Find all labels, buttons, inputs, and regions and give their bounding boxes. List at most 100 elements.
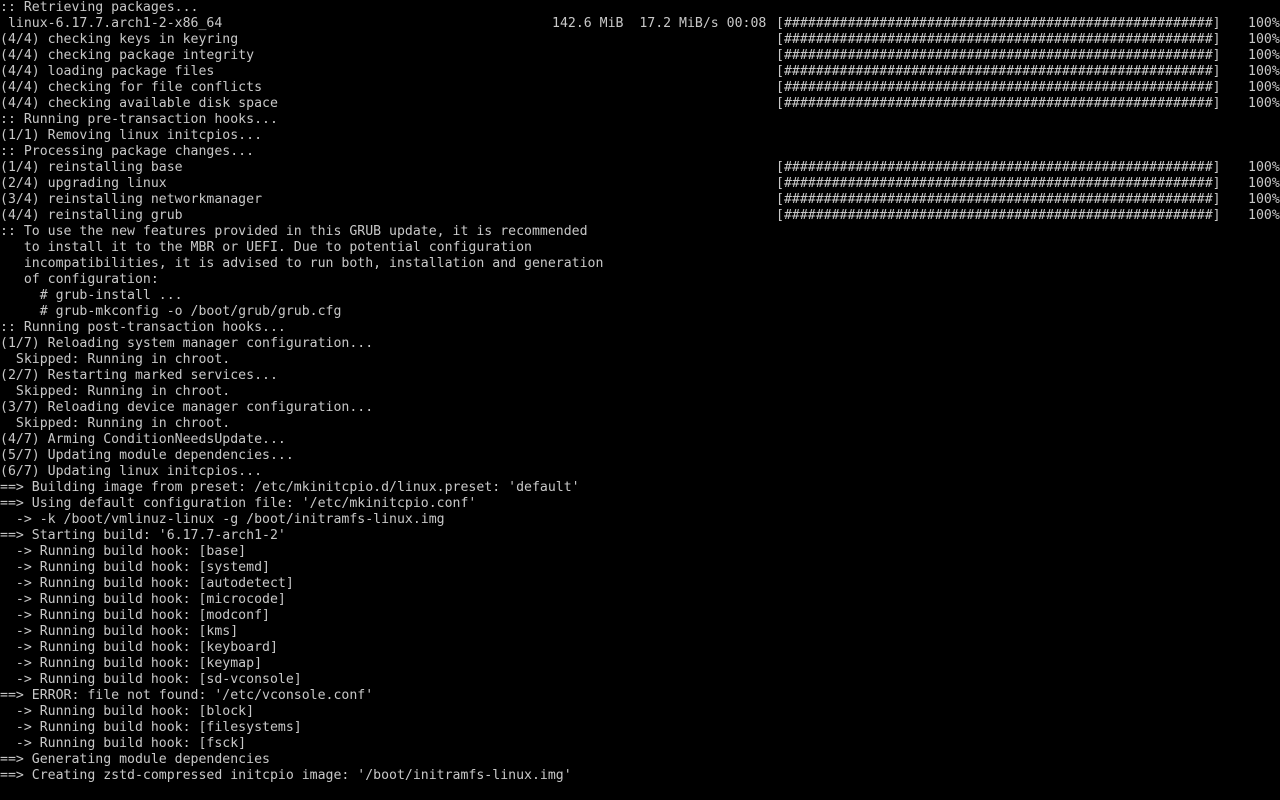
console-line: of configuration: <box>0 272 1280 288</box>
console-line-text: -> Running build hook: [sd-vconsole] <box>0 672 302 687</box>
console-line: (2/4) upgrading linux [##################… <box>0 176 1280 192</box>
console-line-text: ==> Building image from preset: /etc/mki… <box>0 480 580 495</box>
console-line-text: -> Running build hook: [keymap] <box>0 656 263 671</box>
console-line-text: ==> ERROR: file not found: '/etc/vconsol… <box>0 688 374 703</box>
console-line: -> Running build hook: [sd-vconsole] <box>0 672 1280 688</box>
console-line: # grub-mkconfig -o /boot/grub/grub.cfg <box>0 304 1280 320</box>
console-line-text: ==> Creating zstd-compressed initcpio im… <box>0 768 572 783</box>
console-line: (6/7) Updating linux initcpios... <box>0 464 1280 480</box>
progress-percent: 100% <box>1248 176 1280 191</box>
console-line-text: -> Running build hook: [keyboard] <box>0 640 278 655</box>
console-line: (5/7) Updating module dependencies... <box>0 448 1280 464</box>
console-line-text: incompatibilities, it is advised to run … <box>0 256 604 271</box>
console-line: (4/7) Arming ConditionNeedsUpdate... <box>0 432 1280 448</box>
console-line-text: # grub-mkconfig -o /boot/grub/grub.cfg <box>0 304 342 319</box>
console-line-text: (4/7) Arming ConditionNeedsUpdate... <box>0 432 286 447</box>
console-line: -> Running build hook: [microcode] <box>0 592 1280 608</box>
console-line: :: Processing package changes... <box>0 144 1280 160</box>
console-line: Skipped: Running in chroot. <box>0 352 1280 368</box>
console-line-text: (4/4) checking keys in keyring <box>0 32 239 47</box>
console-line: (4/4) reinstalling grub [################… <box>0 208 1280 224</box>
console-line-text: -> Running build hook: [fsck] <box>0 736 247 751</box>
console-line: (3/7) Reloading device manager configura… <box>0 400 1280 416</box>
console-line: to install it to the MBR or UEFI. Due to… <box>0 240 1280 256</box>
console-line-text: (6/7) Updating linux initcpios... <box>0 464 263 479</box>
console-line-text: -> Running build hook: [autodetect] <box>0 576 294 591</box>
console-line-text: (4/4) reinstalling grub <box>0 208 183 223</box>
console-line: ==> ERROR: file not found: '/etc/vconsol… <box>0 688 1280 704</box>
console-line-text: -> Running build hook: [modconf] <box>0 608 270 623</box>
console-line-text: ==> Starting build: '6.17.7-arch1-2' <box>0 528 286 543</box>
console-line-text: (4/4) checking available disk space <box>0 96 278 111</box>
console-line-text: :: Processing package changes... <box>0 144 255 159</box>
progress-bar: [#######################################… <box>776 48 1221 63</box>
console-line: -> Running build hook: [keyboard] <box>0 640 1280 656</box>
console-line: (4/4) checking keys in keyring [#########… <box>0 32 1280 48</box>
progress-bar: [#######################################… <box>776 64 1221 79</box>
progress-percent: 100% <box>1248 160 1280 175</box>
console-line: (2/7) Restarting marked services... <box>0 368 1280 384</box>
console-line-text: -> Running build hook: [systemd] <box>0 560 270 575</box>
progress-bar: [#######################################… <box>776 192 1221 207</box>
console-line: ==> Using default configuration file: '/… <box>0 496 1280 512</box>
console-line: -> Running build hook: [filesystems] <box>0 720 1280 736</box>
console-line: :: Running post-transaction hooks... <box>0 320 1280 336</box>
console-line-text: ==> Generating module dependencies <box>0 752 270 767</box>
console-line-text: (4/4) checking package integrity <box>0 48 255 63</box>
console-line: -> Running build hook: [fsck] <box>0 736 1280 752</box>
console-line-text: (2/4) upgrading linux <box>0 176 167 191</box>
progress-percent: 100% <box>1248 80 1280 95</box>
console-line-text: ==> Using default configuration file: '/… <box>0 496 477 511</box>
console-line: :: To use the new features provided in t… <box>0 224 1280 240</box>
console-line: -> Running build hook: [modconf] <box>0 608 1280 624</box>
console-line-text: (3/7) Reloading device manager configura… <box>0 400 374 415</box>
console-line: ==> Creating zstd-compressed initcpio im… <box>0 768 1280 784</box>
console-line: ==> Generating module dependencies <box>0 752 1280 768</box>
console-line: Skipped: Running in chroot. <box>0 416 1280 432</box>
console-line-text: -> Running build hook: [block] <box>0 704 255 719</box>
console-line-text: -> Running build hook: [kms] <box>0 624 239 639</box>
console-line: ==> Starting build: '6.17.7-arch1-2' <box>0 528 1280 544</box>
console-line-text: linux-6.17.7.arch1-2-x86_64 <box>0 16 223 31</box>
console-line: -> -k /boot/vmlinuz-linux -g /boot/initr… <box>0 512 1280 528</box>
console-line: (1/7) Reloading system manager configura… <box>0 336 1280 352</box>
console-line: Skipped: Running in chroot. <box>0 384 1280 400</box>
progress-percent: 100% <box>1248 32 1280 47</box>
console-line: (4/4) loading package files [############… <box>0 64 1280 80</box>
progress-percent: 100% <box>1248 64 1280 79</box>
progress-percent: 100% <box>1248 96 1280 111</box>
console-line: -> Running build hook: [base] <box>0 544 1280 560</box>
console-line-text: (1/1) Removing linux initcpios... <box>0 128 263 143</box>
progress-percent: 100% <box>1248 192 1280 207</box>
console-line: (1/4) reinstalling base [################… <box>0 160 1280 176</box>
progress-bar: [#######################################… <box>776 16 1221 31</box>
console-line: (3/4) reinstalling networkmanager [######… <box>0 192 1280 208</box>
terminal-console[interactable]: :: Retrieving packages... linux-6.17.7.a… <box>0 0 1280 800</box>
console-line: (4/4) checking package integrity [#######… <box>0 48 1280 64</box>
console-line: (4/4) checking available disk space [####… <box>0 96 1280 112</box>
console-line-text: (3/4) reinstalling networkmanager <box>0 192 263 207</box>
console-line: -> Running build hook: [keymap] <box>0 656 1280 672</box>
console-line: # grub-install ... <box>0 288 1280 304</box>
progress-bar: [#######################################… <box>776 96 1221 111</box>
console-line-text: -> -k /boot/vmlinuz-linux -g /boot/initr… <box>0 512 445 527</box>
download-stats: 142.6 MiB 17.2 MiB/s 00:08 <box>552 16 767 31</box>
console-line-text: -> Running build hook: [base] <box>0 544 247 559</box>
progress-bar: [#######################################… <box>776 32 1221 47</box>
console-line-text: Skipped: Running in chroot. <box>0 416 231 431</box>
console-line: incompatibilities, it is advised to run … <box>0 256 1280 272</box>
progress-bar: [#######################################… <box>776 160 1221 175</box>
console-line-text: (1/7) Reloading system manager configura… <box>0 336 374 351</box>
progress-percent: 100% <box>1248 16 1280 31</box>
console-line: -> Running build hook: [block] <box>0 704 1280 720</box>
console-line-text: to install it to the MBR or UEFI. Due to… <box>0 240 532 255</box>
console-line-text: :: Running pre-transaction hooks... <box>0 112 278 127</box>
progress-bar: [#######################################… <box>776 80 1221 95</box>
console-line-text: :: Running post-transaction hooks... <box>0 320 286 335</box>
console-line-text: :: Retrieving packages... <box>0 0 199 15</box>
console-line-text: of configuration: <box>0 272 159 287</box>
console-line: (1/1) Removing linux initcpios... <box>0 128 1280 144</box>
console-line: -> Running build hook: [systemd] <box>0 560 1280 576</box>
console-line-text: -> Running build hook: [microcode] <box>0 592 286 607</box>
progress-percent: 100% <box>1248 208 1280 223</box>
